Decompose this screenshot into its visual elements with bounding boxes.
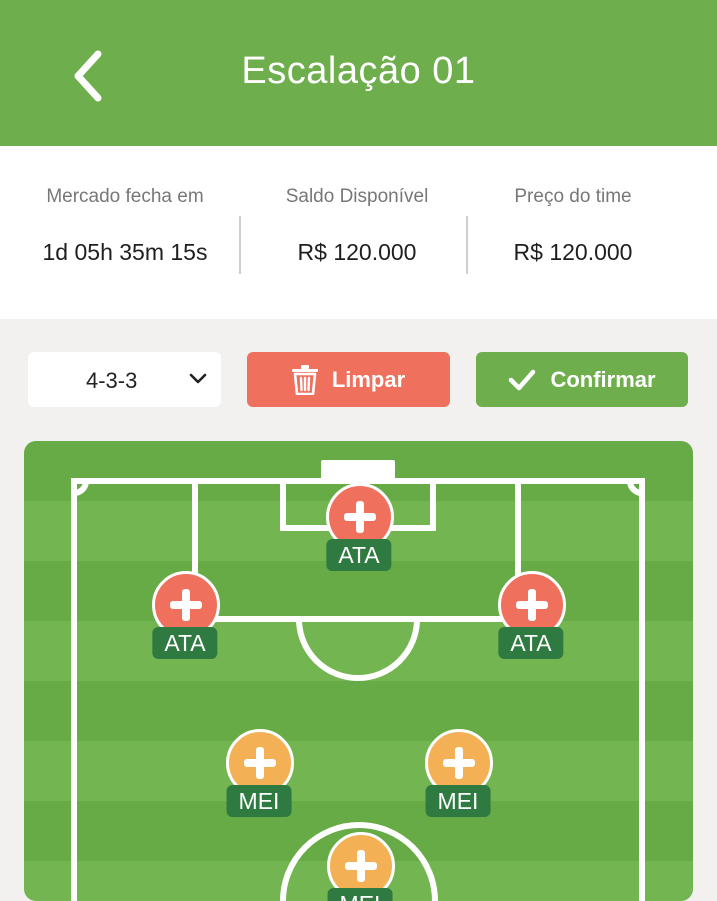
available-balance-value: R$ 120.000 <box>297 239 417 265</box>
plus-icon <box>516 589 548 621</box>
market-close-label: Mercado fecha em <box>46 186 204 207</box>
plus-icon <box>443 747 475 779</box>
confirm-button[interactable]: Confirmar <box>476 352 688 407</box>
market-close-info: Mercado fecha em 1d 05h 35m 15s <box>18 146 232 319</box>
team-price-info: Preço do time R$ 120.000 <box>473 146 673 319</box>
formation-select[interactable]: 4-3-3 <box>28 352 221 407</box>
position-label: MEI <box>425 785 491 817</box>
page-title: Escalação 01 <box>241 50 476 92</box>
position-label: ATA <box>498 627 564 659</box>
team-price-label: Preço do time <box>514 186 632 207</box>
soccer-field: ATA ATA ATA MEI MEI <box>24 441 693 901</box>
available-balance-label: Saldo Disponível <box>285 186 429 207</box>
formation-value: 4-3-3 <box>86 368 138 393</box>
position-label: MEI <box>226 785 292 817</box>
chevron-down-icon <box>189 373 207 384</box>
plus-icon <box>170 589 202 621</box>
app-header: Escalação 01 <box>0 0 717 146</box>
plus-icon <box>244 747 276 779</box>
clear-button-label: Limpar <box>331 366 406 392</box>
trash-icon <box>291 364 318 395</box>
plus-icon <box>344 501 376 533</box>
team-price-value: R$ 120.000 <box>513 239 633 265</box>
available-balance-info: Saldo Disponível R$ 120.000 <box>250 146 464 319</box>
confirm-button-label: Confirmar <box>550 366 656 392</box>
info-divider <box>239 216 241 274</box>
position-label: MEI <box>327 888 393 901</box>
market-close-countdown: 1d 05h 35m 15s <box>42 239 208 265</box>
plus-icon <box>345 850 377 882</box>
position-label: ATA <box>152 627 218 659</box>
info-divider <box>466 216 468 274</box>
position-label: ATA <box>326 539 392 571</box>
team-info-panel: Mercado fecha em 1d 05h 35m 15s Saldo Di… <box>0 146 717 319</box>
check-icon <box>509 369 536 390</box>
clear-button[interactable]: Limpar <box>247 352 450 407</box>
goal <box>321 460 395 479</box>
